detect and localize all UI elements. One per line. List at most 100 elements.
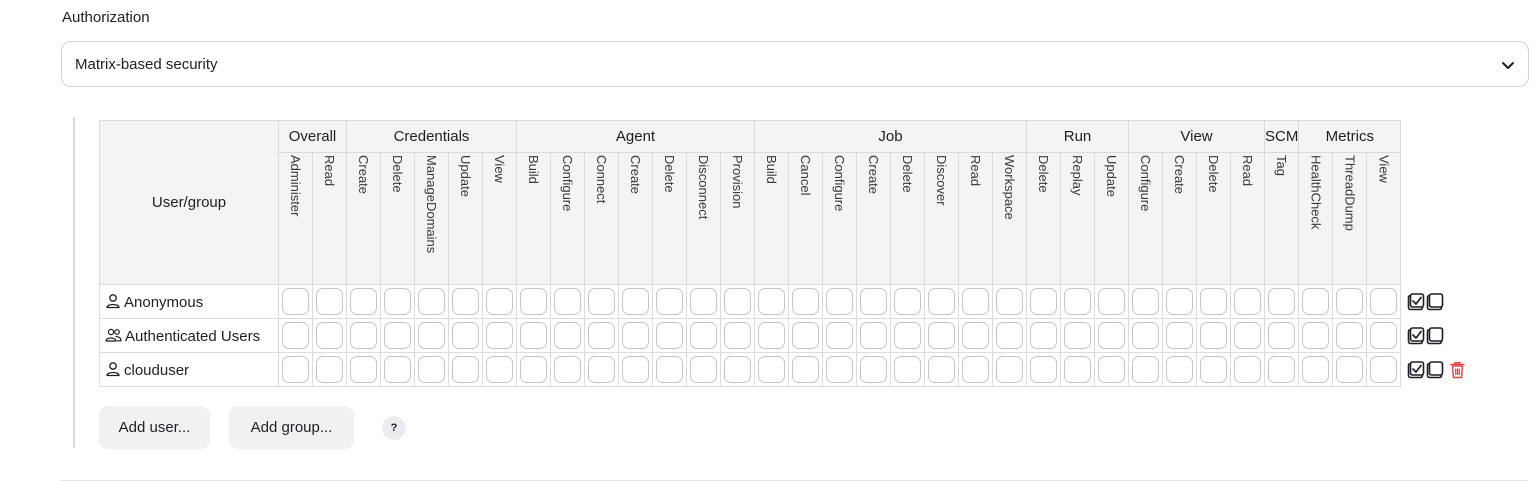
permission-checkbox[interactable]: [1200, 288, 1227, 315]
permission-checkbox[interactable]: [1302, 322, 1330, 349]
permission-checkbox[interactable]: [690, 322, 717, 349]
unselect-all-icon[interactable]: [1426, 292, 1444, 311]
permission-checkbox[interactable]: [996, 356, 1023, 383]
permission-checkbox[interactable]: [316, 322, 343, 349]
permission-checkbox[interactable]: [316, 288, 343, 315]
permission-checkbox[interactable]: [1064, 288, 1091, 315]
permission-checkbox[interactable]: [554, 322, 581, 349]
permission-checkbox[interactable]: [1166, 288, 1193, 315]
permission-checkbox[interactable]: [554, 288, 581, 315]
permission-checkbox[interactable]: [860, 288, 887, 315]
permission-checkbox[interactable]: [792, 356, 819, 383]
permission-checkbox[interactable]: [1132, 356, 1159, 383]
unselect-all-icon[interactable]: [1426, 360, 1444, 379]
permission-checkbox[interactable]: [928, 322, 955, 349]
permission-checkbox[interactable]: [486, 322, 513, 349]
permission-checkbox[interactable]: [622, 288, 649, 315]
permission-checkbox[interactable]: [282, 356, 309, 383]
permission-checkbox[interactable]: [1132, 322, 1159, 349]
permission-checkbox[interactable]: [656, 288, 683, 315]
permission-checkbox[interactable]: [418, 288, 445, 315]
permission-checkbox[interactable]: [1030, 322, 1057, 349]
permission-checkbox[interactable]: [690, 356, 717, 383]
permission-checkbox[interactable]: [316, 356, 343, 383]
permission-checkbox[interactable]: [792, 288, 819, 315]
permission-checkbox[interactable]: [1234, 288, 1261, 315]
permission-checkbox[interactable]: [690, 288, 717, 315]
permission-checkbox[interactable]: [656, 322, 683, 349]
permission-checkbox[interactable]: [962, 322, 989, 349]
permission-checkbox[interactable]: [588, 356, 615, 383]
permission-checkbox[interactable]: [962, 288, 989, 315]
permission-checkbox[interactable]: [1370, 356, 1398, 383]
permission-checkbox[interactable]: [1268, 356, 1296, 383]
permission-checkbox[interactable]: [452, 288, 479, 315]
permission-checkbox[interactable]: [1234, 356, 1261, 383]
permission-checkbox[interactable]: [1098, 356, 1125, 383]
permission-checkbox[interactable]: [826, 288, 853, 315]
permission-checkbox[interactable]: [1030, 356, 1057, 383]
permission-checkbox[interactable]: [1336, 356, 1364, 383]
permission-checkbox[interactable]: [384, 288, 411, 315]
permission-checkbox[interactable]: [520, 322, 547, 349]
permission-checkbox[interactable]: [758, 288, 785, 315]
permission-checkbox[interactable]: [554, 356, 581, 383]
permission-checkbox[interactable]: [1200, 356, 1227, 383]
permission-checkbox[interactable]: [1098, 322, 1125, 349]
permission-checkbox[interactable]: [282, 322, 309, 349]
authorization-strategy-select[interactable]: Matrix-based security: [61, 41, 1529, 87]
permission-checkbox[interactable]: [860, 322, 887, 349]
permission-checkbox[interactable]: [962, 356, 989, 383]
unselect-all-icon[interactable]: [1426, 326, 1444, 345]
permission-checkbox[interactable]: [520, 356, 547, 383]
permission-checkbox[interactable]: [894, 322, 921, 349]
permission-checkbox[interactable]: [1234, 322, 1261, 349]
permission-checkbox[interactable]: [724, 322, 751, 349]
permission-checkbox[interactable]: [826, 356, 853, 383]
permission-checkbox[interactable]: [418, 322, 445, 349]
permission-checkbox[interactable]: [1200, 322, 1227, 349]
permission-checkbox[interactable]: [860, 356, 887, 383]
permission-checkbox[interactable]: [758, 322, 785, 349]
add-user-button[interactable]: Add user...: [99, 406, 210, 449]
permission-checkbox[interactable]: [622, 322, 649, 349]
delete-icon[interactable]: [1449, 361, 1465, 379]
select-all-icon[interactable]: [1407, 326, 1425, 345]
permission-checkbox[interactable]: [1336, 322, 1364, 349]
permission-checkbox[interactable]: [1166, 356, 1193, 383]
permission-checkbox[interactable]: [1268, 322, 1296, 349]
permission-checkbox[interactable]: [996, 288, 1023, 315]
permission-checkbox[interactable]: [1064, 356, 1091, 383]
permission-checkbox[interactable]: [1132, 288, 1159, 315]
permission-checkbox[interactable]: [894, 288, 921, 315]
permission-checkbox[interactable]: [1064, 322, 1091, 349]
permission-checkbox[interactable]: [418, 356, 445, 383]
permission-checkbox[interactable]: [894, 356, 921, 383]
permission-checkbox[interactable]: [350, 322, 377, 349]
permission-checkbox[interactable]: [486, 288, 513, 315]
permission-checkbox[interactable]: [384, 356, 411, 383]
help-icon[interactable]: ?: [382, 416, 406, 440]
permission-checkbox[interactable]: [1268, 288, 1296, 315]
permission-checkbox[interactable]: [758, 356, 785, 383]
permission-checkbox[interactable]: [1302, 288, 1330, 315]
add-group-button[interactable]: Add group...: [229, 406, 354, 449]
permission-checkbox[interactable]: [724, 288, 751, 315]
permission-checkbox[interactable]: [656, 356, 683, 383]
permission-checkbox[interactable]: [792, 322, 819, 349]
permission-checkbox[interactable]: [1030, 288, 1057, 315]
select-all-icon[interactable]: [1407, 360, 1425, 379]
permission-checkbox[interactable]: [350, 356, 377, 383]
permission-checkbox[interactable]: [350, 288, 377, 315]
permission-checkbox[interactable]: [928, 288, 955, 315]
permission-checkbox[interactable]: [724, 356, 751, 383]
permission-checkbox[interactable]: [1302, 356, 1330, 383]
permission-checkbox[interactable]: [1336, 288, 1364, 315]
permission-checkbox[interactable]: [1370, 322, 1398, 349]
permission-checkbox[interactable]: [622, 356, 649, 383]
permission-checkbox[interactable]: [520, 288, 547, 315]
permission-checkbox[interactable]: [452, 322, 479, 349]
permission-checkbox[interactable]: [928, 356, 955, 383]
permission-checkbox[interactable]: [1370, 288, 1398, 315]
permission-checkbox[interactable]: [826, 322, 853, 349]
